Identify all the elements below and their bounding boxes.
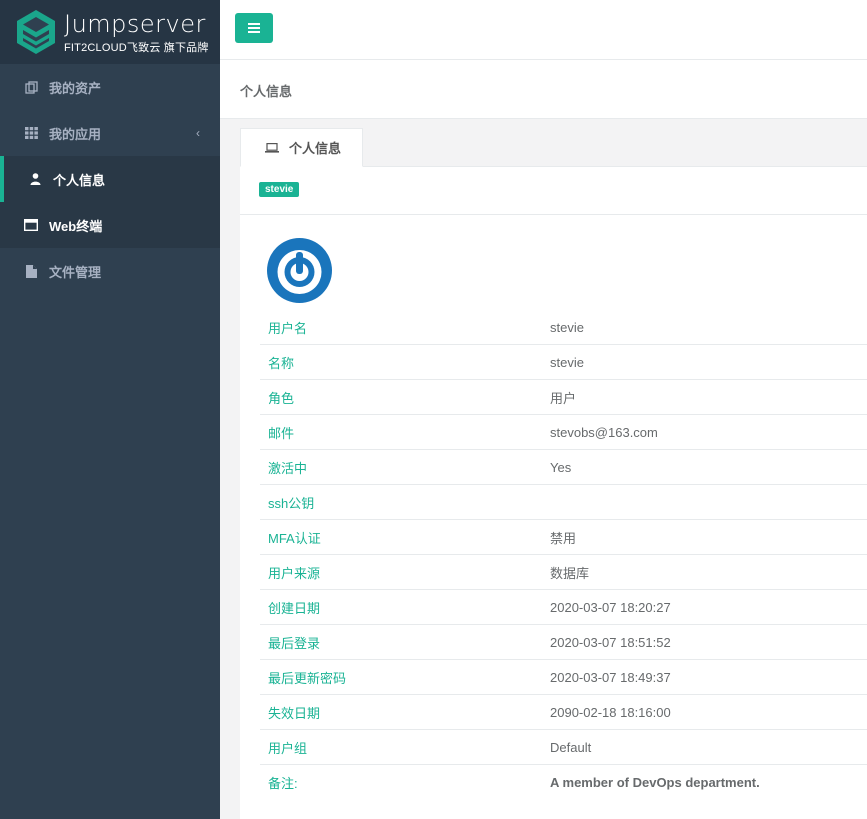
field-value: 2020-03-07 18:20:27 (550, 599, 671, 615)
table-row: 激活中 Yes (260, 450, 867, 485)
divider (240, 214, 867, 215)
avatar (267, 238, 332, 303)
brand-subtitle: FIT2CLOUD飞致云 旗下品牌 (64, 41, 209, 54)
brand[interactable]: Jumpserver FIT2CLOUD飞致云 旗下品牌 (0, 0, 220, 64)
table-row: 创建日期 2020-03-07 18:20:27 (260, 590, 867, 625)
field-label: 最后更新密码 (268, 670, 347, 686)
table-row: MFA认证 禁用 (260, 520, 867, 555)
field-value: Default (550, 739, 592, 755)
field-label: MFA认证 (268, 530, 321, 546)
field-label: 激活中 (268, 460, 308, 476)
field-value: 2090-02-18 18:16:00 (550, 704, 671, 720)
laptop-icon (265, 142, 279, 153)
field-label: 用户来源 (268, 565, 321, 581)
grid-icon (24, 126, 38, 140)
field-label: 用户组 (268, 740, 308, 756)
field-value: Yes (550, 459, 572, 475)
user-icon (28, 172, 42, 186)
page-title: 个人信息 (240, 84, 293, 99)
field-value: 2020-03-07 18:49:37 (550, 669, 671, 685)
table-row: 用户来源 数据库 (260, 555, 867, 590)
field-value: stevobs@163.com (550, 424, 658, 440)
menu-toggle-button[interactable] (235, 13, 273, 43)
window-icon (24, 218, 38, 232)
profile-panel: stevie 用户名 stevie 名称 stevie 角色 用户邮件 stevobs@16… (240, 167, 867, 819)
sidebar-item-label: 我的资产 (49, 80, 102, 96)
sidebar-item-label: 我的应用 (49, 126, 102, 142)
table-row: ssh公钥 (260, 485, 867, 520)
top-navbar (220, 0, 867, 60)
chevron-left-icon: ‹ (196, 126, 200, 140)
assets-icon (24, 80, 38, 94)
sidebar-item-label: 文件管理 (49, 264, 102, 280)
table-row: 名称 stevie (260, 345, 867, 380)
sidebar-item-web-terminal[interactable]: Web终端 (0, 202, 220, 248)
sidebar: Jumpserver FIT2CLOUD飞致云 旗下品牌 我的资产 我的应用 ‹… (0, 0, 220, 819)
sidebar-item-my-assets[interactable]: 我的资产 (0, 64, 220, 110)
table-row: 备注: A member of DevOps department. (260, 765, 867, 800)
field-value: A member of DevOps department. (550, 775, 760, 790)
sidebar-item-file-manager[interactable]: 文件管理 (0, 248, 220, 294)
field-value: 2020-03-07 18:51:52 (550, 634, 671, 650)
sidebar-item-profile[interactable]: 个人信息 (0, 156, 220, 202)
field-value: stevie (550, 319, 584, 335)
hamburger-icon (248, 23, 260, 25)
tab-label: 个人信息 (289, 141, 342, 156)
field-value: stevie (550, 354, 584, 370)
tab-profile[interactable]: 个人信息 (240, 128, 363, 167)
file-icon (24, 264, 38, 278)
table-row: 角色 用户 (260, 380, 867, 415)
tab-bar: 个人信息 (240, 128, 867, 167)
brand-name: Jumpserver (64, 9, 206, 38)
field-label: 创建日期 (268, 600, 321, 616)
field-label: 最后登录 (268, 635, 321, 651)
profile-info-table: 用户名 stevie 名称 stevie 角色 用户邮件 stevobs@163.com 激活… (260, 310, 867, 800)
field-label: 备注: (268, 776, 298, 791)
field-value: 数据库 (550, 565, 590, 581)
table-row: 用户名 stevie (260, 310, 867, 345)
field-value: 禁用 (550, 530, 577, 546)
field-label: ssh公钥 (268, 495, 315, 511)
sidebar-item-my-apps[interactable]: 我的应用 ‹ (0, 110, 220, 156)
field-label: 失效日期 (268, 705, 321, 721)
field-label: 用户名 (268, 320, 308, 336)
sidebar-item-label: Web终端 (49, 218, 103, 234)
field-label: 角色 (268, 390, 295, 406)
table-row: 失效日期 2090-02-18 18:16:00 (260, 695, 867, 730)
table-row: 最后登录 2020-03-07 18:51:52 (260, 625, 867, 660)
sidebar-item-label: 个人信息 (53, 172, 106, 188)
sidebar-nav: 我的资产 我的应用 ‹ 个人信息 Web终端 文件管理 (0, 64, 220, 294)
page-heading: 个人信息 (220, 60, 867, 119)
table-row: 最后更新密码 2020-03-07 18:49:37 (260, 660, 867, 695)
field-label: 邮件 (268, 425, 295, 441)
username-badge: stevie (259, 182, 300, 197)
field-value: 用户 (550, 390, 577, 406)
table-row: 邮件 stevobs@163.com (260, 415, 867, 450)
table-row: 用户组 Default (260, 730, 867, 765)
field-label: 名称 (268, 355, 295, 371)
jumpserver-logo-icon (17, 10, 55, 54)
